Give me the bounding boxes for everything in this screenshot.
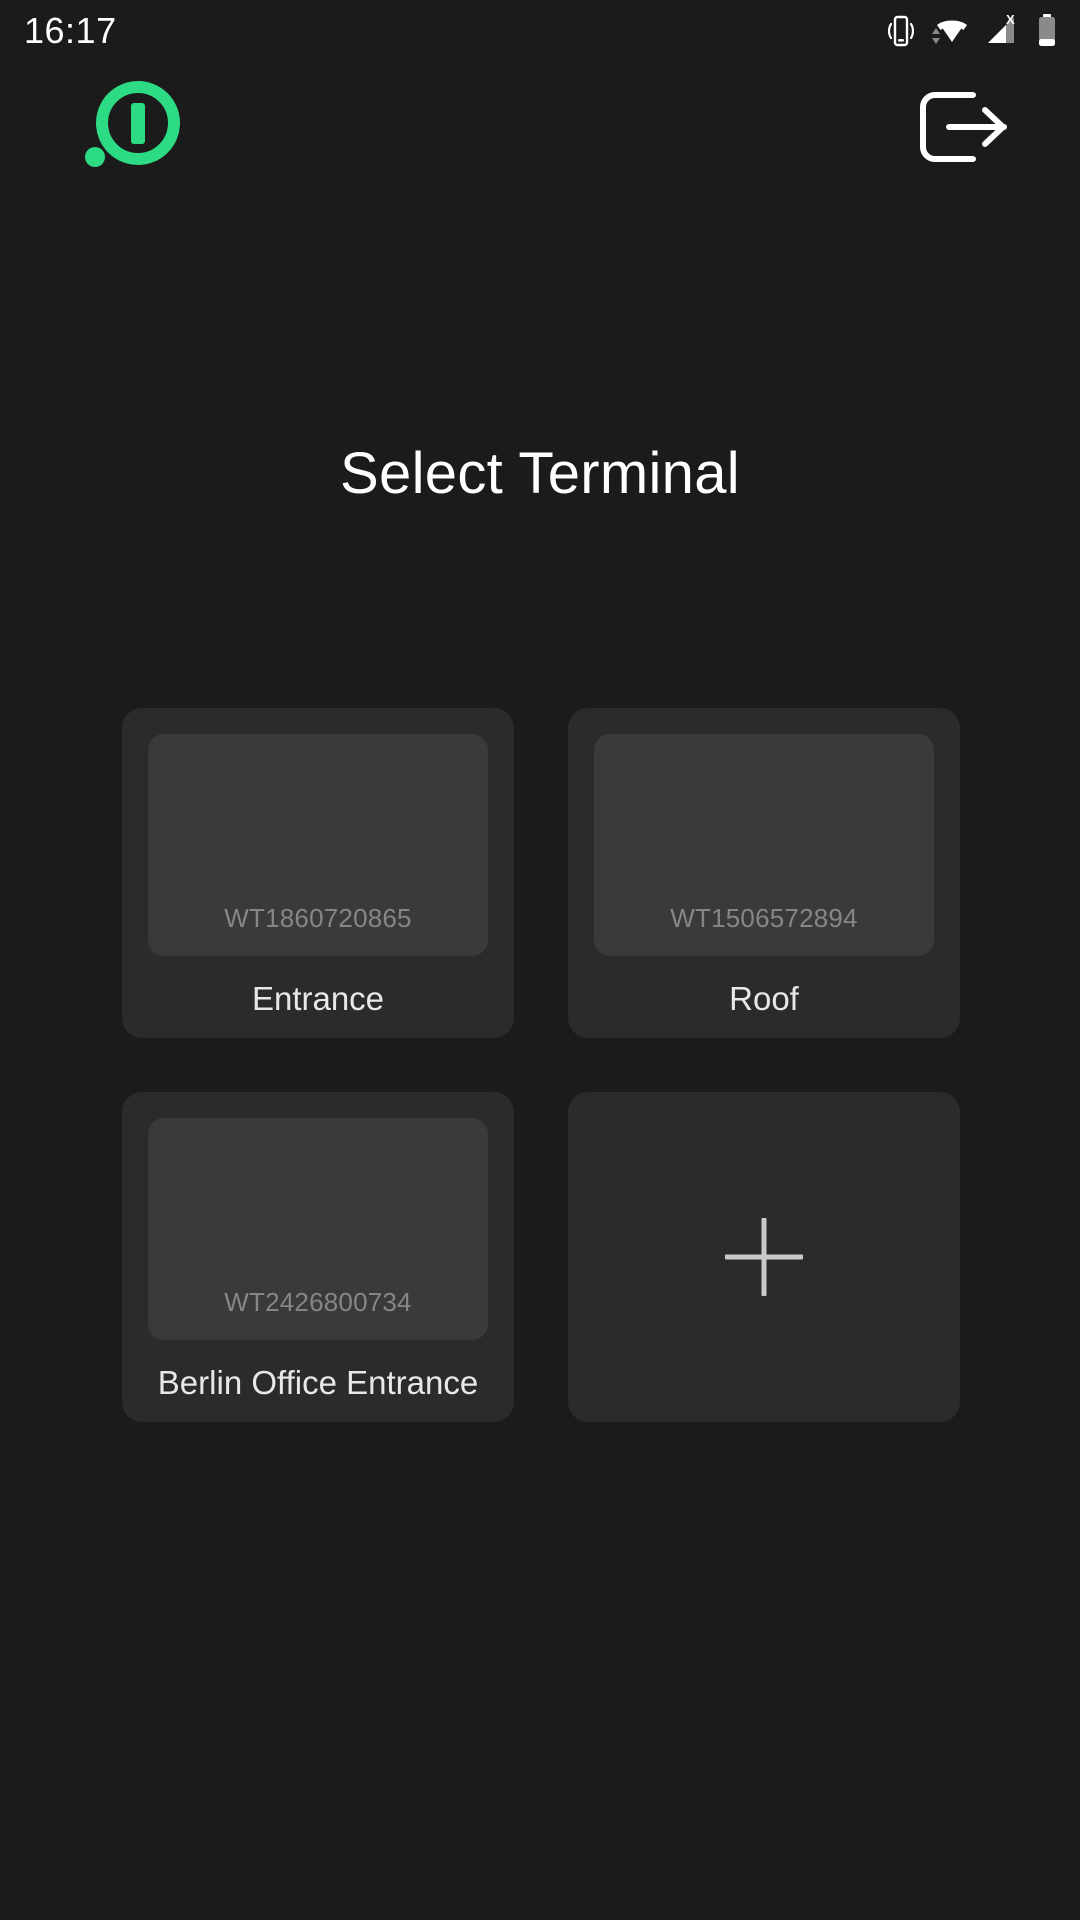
- terminal-thumbnail: WT1860720865: [148, 734, 488, 956]
- logout-icon: [911, 83, 1015, 171]
- terminal-thumbnail: WT2426800734: [148, 1118, 488, 1340]
- terminal-selection-screen: 16:17 X Select Terminal WT1860720865 Ent…: [0, 0, 1080, 1920]
- page-title: Select Terminal: [340, 441, 740, 506]
- status-bar: 16:17 X: [0, 0, 1080, 62]
- vibrate-icon: [886, 13, 916, 49]
- terminal-id: WT2426800734: [224, 1287, 412, 1317]
- app-bar: [0, 62, 1080, 192]
- add-terminal-button[interactable]: [568, 1092, 960, 1422]
- status-bar-clock: 16:17: [24, 10, 117, 51]
- terminal-id: WT1506572894: [670, 903, 858, 933]
- terminal-thumbnail: WT1506572894: [594, 734, 934, 956]
- terminal-card[interactable]: WT2426800734 Berlin Office Entrance: [122, 1092, 514, 1422]
- svg-text:X: X: [1006, 13, 1015, 27]
- terminal-card[interactable]: WT1506572894 Roof: [568, 708, 960, 1038]
- wifi-icon: [930, 13, 970, 49]
- terminal-grid: WT1860720865 Entrance WT1506572894 Roof …: [122, 708, 960, 1422]
- terminal-label: Entrance: [251, 980, 385, 1017]
- terminal-label: Berlin Office Entrance: [157, 1364, 479, 1401]
- app-logo: [70, 77, 180, 177]
- terminal-card[interactable]: WT1860720865 Entrance: [122, 708, 514, 1038]
- cellular-signal-no-service-icon: X: [984, 13, 1022, 49]
- plus-icon: [725, 1218, 803, 1296]
- terminal-id: WT1860720865: [224, 903, 412, 933]
- terminal-label: Roof: [729, 980, 799, 1017]
- status-bar-icons: X: [886, 13, 1058, 49]
- logout-button[interactable]: [908, 81, 1018, 173]
- battery-icon: [1036, 13, 1058, 49]
